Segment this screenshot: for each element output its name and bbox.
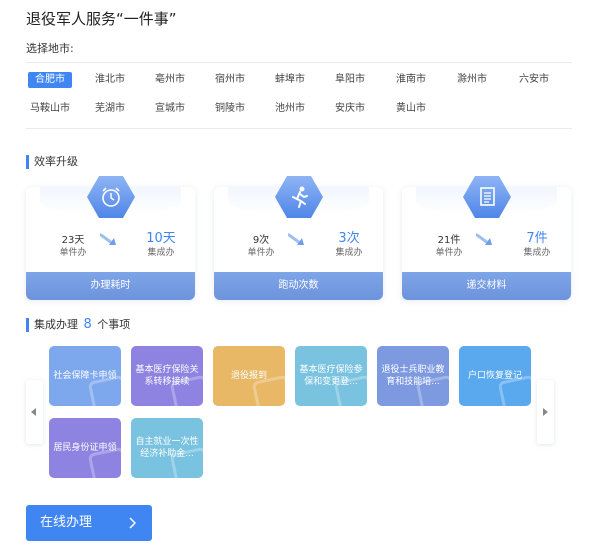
city-option[interactable]: 滁州市 (457, 72, 487, 88)
city-option[interactable]: 宣城市 (155, 101, 185, 117)
service-tile[interactable]: 居民身份证申领 (49, 418, 121, 478)
before-label: 单件办 (435, 248, 463, 258)
document-icon (462, 176, 511, 218)
after-value: 10天 (146, 231, 176, 246)
integrated-title-prefix: 集成办理 (34, 318, 78, 331)
select-city-label: 选择地市: (26, 42, 74, 55)
service-tile-label: 社会保障卡申领 (53, 371, 117, 381)
card-footer: 跑动次数 (214, 272, 383, 300)
service-tile-label: 居民身份证申领 (53, 443, 117, 453)
integrated-count: 8 (83, 317, 92, 332)
before-label: 单件办 (59, 248, 87, 258)
arrow-down-right-icon (288, 233, 304, 245)
service-tile-label: 退役报到 (230, 371, 267, 381)
next-arrow-button[interactable] (537, 380, 554, 444)
service-tile-label: 户口恢复登记 (467, 371, 522, 381)
city-option[interactable]: 六安市 (519, 72, 549, 88)
service-tile[interactable]: 户口恢复登记 (459, 346, 531, 406)
after-label: 集成办 (335, 248, 363, 258)
integrated-title-suffix: 个事项 (97, 318, 131, 331)
before-value: 23天 (61, 235, 85, 246)
service-tile[interactable]: 退役报到 (213, 346, 285, 406)
city-option[interactable]: 阜阳市 (335, 72, 365, 88)
city-option[interactable]: 宿州市 (215, 72, 245, 88)
chevron-left-icon (31, 408, 36, 416)
service-tile[interactable]: 自主就业一次性经济补助金... (131, 418, 203, 478)
city-option[interactable]: 安庆市 (335, 101, 365, 117)
city-option[interactable]: 合肥市 (28, 72, 72, 88)
after-value: 3次 (338, 231, 360, 246)
service-tile[interactable]: 基本医疗保险关系转移接续 (131, 346, 203, 406)
after-label: 集成办 (147, 248, 175, 258)
alarm-clock-icon (86, 176, 135, 218)
arrow-down-right-icon (476, 233, 492, 245)
city-option[interactable]: 铜陵市 (215, 101, 245, 117)
before-value: 9次 (252, 235, 270, 246)
card-footer: 递交材料 (402, 272, 571, 300)
chevron-right-icon (129, 517, 136, 529)
section-title-efficiency: 效率升级 (26, 155, 78, 169)
card-footer: 办理耗时 (26, 272, 195, 300)
service-tile[interactable]: 基本医疗保险参保和变更登... (295, 346, 367, 406)
chevron-right-icon (543, 408, 548, 416)
online-handle-label: 在线办理 (40, 515, 93, 530)
city-option[interactable]: 池州市 (275, 101, 305, 117)
divider (26, 62, 572, 63)
city-option[interactable]: 淮北市 (95, 72, 125, 88)
city-option[interactable]: 黄山市 (396, 101, 426, 117)
service-tile-label: 基本医疗保险参保和变更登... (299, 365, 363, 387)
efficiency-card: 23天单件办 10天集成办办理耗时 (26, 176, 195, 300)
divider (26, 128, 572, 129)
arrow-down-right-icon (100, 233, 116, 245)
service-tile-label: 基本医疗保险关系转移接续 (135, 365, 199, 387)
after-value: 7件 (526, 231, 548, 246)
efficiency-card: 21件单件办 7件集成办递交材料 (402, 176, 571, 300)
city-option[interactable]: 淮南市 (396, 72, 426, 88)
service-tile[interactable]: 退役士兵职业教育和技能培... (377, 346, 449, 406)
service-tile-label: 自主就业一次性经济补助金... (135, 437, 199, 459)
before-value: 21件 (437, 235, 461, 246)
city-option[interactable]: 马鞍山市 (30, 101, 70, 117)
section-title-integrated: 集成办理 8 个事项 (26, 318, 130, 332)
service-tile-label: 退役士兵职业教育和技能培... (381, 365, 445, 387)
service-tile[interactable]: 社会保障卡申领 (49, 346, 121, 406)
online-handle-button[interactable]: 在线办理 (26, 505, 152, 541)
city-option[interactable]: 蚌埠市 (275, 72, 305, 88)
running-person-icon (274, 176, 323, 218)
city-option[interactable]: 芜湖市 (95, 101, 125, 117)
page-title: 退役军人服务“一件事” (26, 10, 177, 28)
after-label: 集成办 (523, 248, 551, 258)
efficiency-card: 9次单件办 3次集成办跑动次数 (214, 176, 383, 300)
before-label: 单件办 (247, 248, 275, 258)
city-option[interactable]: 亳州市 (155, 72, 185, 88)
prev-arrow-button[interactable] (26, 380, 43, 444)
